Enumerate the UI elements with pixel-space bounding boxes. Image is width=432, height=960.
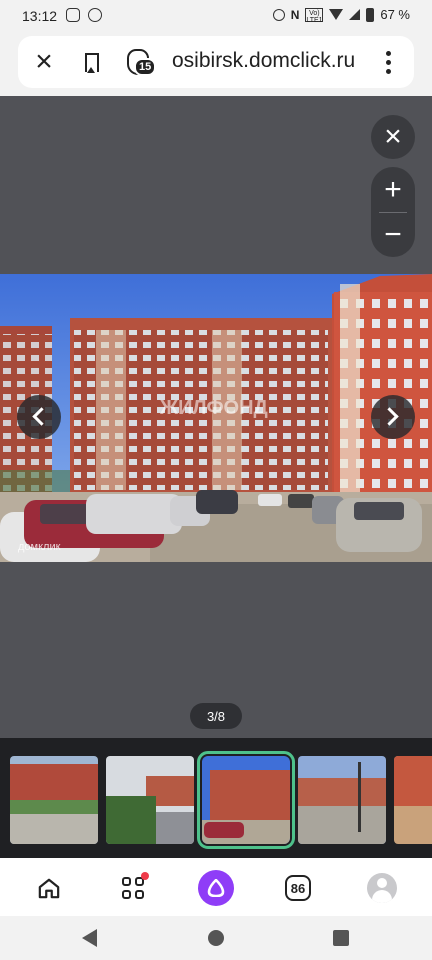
alice-button[interactable] [196,868,236,908]
blocked-count-badge: 15 [134,58,157,76]
site-protection-button[interactable]: 15 [118,46,158,78]
thumbnail-5[interactable] [394,756,432,844]
status-time: 13:12 [22,8,58,24]
system-nav-bar [0,916,432,960]
zoom-out-button[interactable]: − [371,212,415,257]
status-bar: 13:12 N Vo) LTE1 67 % [0,0,432,32]
chevron-right-icon [380,407,399,426]
thumbnail-1[interactable] [10,756,98,844]
more-menu-button[interactable] [372,46,404,78]
thumbnail-4[interactable] [298,756,386,844]
network-type: Vo) LTE1 [305,7,324,24]
zoom-control: + − [371,167,415,257]
photo-counter: 3/8 [190,703,242,729]
bookmark-button[interactable] [76,46,108,78]
thumbnail-strip[interactable] [0,738,432,858]
photo-viewer[interactable]: × + − ЖИЛФОНД домклик 3/8 [0,96,432,858]
zoom-in-button[interactable]: + [371,167,415,212]
address-bar[interactable]: × 15 osibirsk.domclick.ru [18,36,414,88]
minus-icon: − [384,217,402,251]
photo-watermark: ЖИЛФОНД [159,397,268,419]
photo-corner-mark: домклик [18,541,61,553]
wifi-icon [329,9,344,20]
back-icon[interactable] [82,929,97,947]
close-tab-button[interactable]: × [28,46,60,78]
bookmark-icon [85,52,99,73]
apps-button[interactable] [113,868,153,908]
recents-icon[interactable] [333,930,349,946]
vk-icon [88,8,102,22]
home-icon [38,878,60,899]
previous-photo-button[interactable] [17,395,61,439]
home-circle-icon[interactable] [208,930,224,946]
signal-icon [349,9,361,20]
chevron-left-icon [32,407,51,426]
profile-button[interactable] [362,868,402,908]
battery-icon [366,7,375,22]
close-viewer-button[interactable]: × [371,115,415,159]
nfc-icon: N [290,7,300,22]
instagram-icon [66,8,80,22]
thumbnail-2[interactable] [106,756,194,844]
browser-bottom-nav: 86 [0,858,432,916]
alarm-icon [272,8,285,21]
thumbnail-3[interactable] [197,751,295,849]
tabs-button[interactable]: 86 [278,868,318,908]
next-photo-button[interactable] [371,395,415,439]
apps-icon [122,872,149,899]
tabs-icon: 86 [285,875,311,901]
close-icon: × [35,45,53,78]
alice-icon [198,870,234,906]
plus-icon: + [384,172,402,206]
battery-percent: 67 % [380,7,410,22]
close-icon: × [384,120,402,153]
main-photo[interactable]: ЖИЛФОНД домклик [0,274,432,562]
url-text[interactable]: osibirsk.domclick.ru [172,49,355,73]
profile-icon [367,873,397,903]
home-button[interactable] [29,868,69,908]
more-icon [385,50,391,56]
notification-dot [141,872,149,880]
